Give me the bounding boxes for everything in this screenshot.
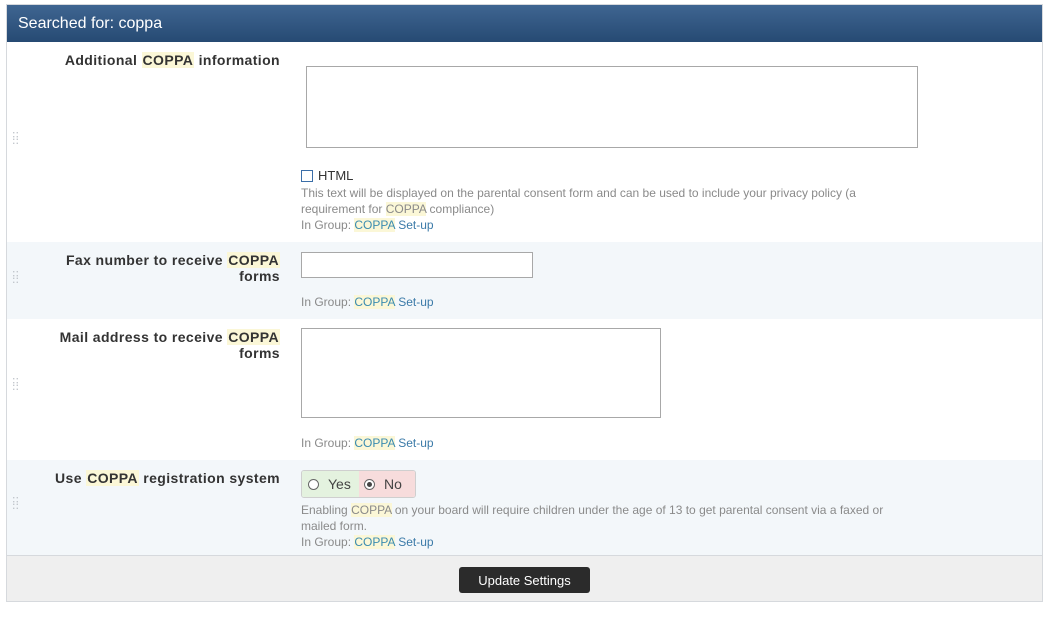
setting-row-coppa-info: ⁚⁚ ⁚⁚ Additional COPPA information HTML T… (7, 42, 1042, 242)
setting-group: In Group: COPPA Set-up (301, 535, 434, 549)
setting-description: This text will be displayed on the paren… (301, 186, 856, 216)
setting-row-mail: ⁚⁚ ⁚⁚ Mail address to receive COPPA forms… (7, 319, 1042, 460)
coppa-info-textarea[interactable] (306, 66, 918, 148)
settings-panel: Searched for: coppa ⁚⁚ ⁚⁚ Additional COPP… (6, 4, 1043, 602)
setting-description: Enabling COPPA on your board will requir… (301, 503, 884, 533)
group-link-setup[interactable]: Set-up (398, 436, 433, 450)
radio-icon[interactable] (308, 478, 319, 490)
fax-number-input[interactable] (301, 252, 533, 278)
yes-no-toggle: Yes No (301, 470, 416, 498)
group-link-setup[interactable]: Set-up (398, 295, 433, 309)
setting-group: In Group: COPPA Set-up (301, 436, 434, 450)
setting-label: Mail address to receive COPPA forms (59, 329, 280, 361)
group-link-setup[interactable]: Set-up (398, 218, 433, 232)
form-footer: Update Settings (7, 555, 1042, 601)
no-option[interactable]: No (359, 471, 415, 497)
mail-address-textarea[interactable] (301, 328, 661, 418)
drag-handle-icon[interactable]: ⁚⁚ ⁚⁚ (12, 378, 19, 393)
html-checkbox[interactable] (301, 170, 313, 182)
setting-row-fax: ⁚⁚ ⁚⁚ Fax number to receive COPPA forms I… (7, 242, 1042, 319)
update-settings-button[interactable]: Update Settings (459, 567, 590, 593)
setting-label: Use COPPA registration system (55, 470, 280, 486)
setting-label: Fax number to receive COPPA forms (65, 252, 280, 284)
group-link-setup[interactable]: Set-up (398, 535, 433, 549)
drag-handle-icon[interactable]: ⁚⁚ ⁚⁚ (12, 271, 19, 286)
drag-handle-icon[interactable]: ⁚⁚ ⁚⁚ (12, 132, 19, 147)
setting-label: Additional COPPA information (64, 52, 280, 68)
page-title: Searched for: coppa (18, 15, 163, 32)
yes-option[interactable]: Yes (302, 471, 359, 497)
radio-icon[interactable] (364, 478, 375, 490)
drag-handle-icon[interactable]: ⁚⁚ ⁚⁚ (12, 497, 19, 512)
setting-group: In Group: COPPA Set-up (301, 218, 434, 232)
search-header: Searched for: coppa (7, 5, 1042, 42)
setting-row-enable-coppa: ⁚⁚ ⁚⁚ Use COPPA registration system Yes N… (7, 460, 1042, 555)
html-checkbox-label[interactable]: HTML (318, 168, 353, 183)
setting-group: In Group: COPPA Set-up (301, 295, 434, 309)
